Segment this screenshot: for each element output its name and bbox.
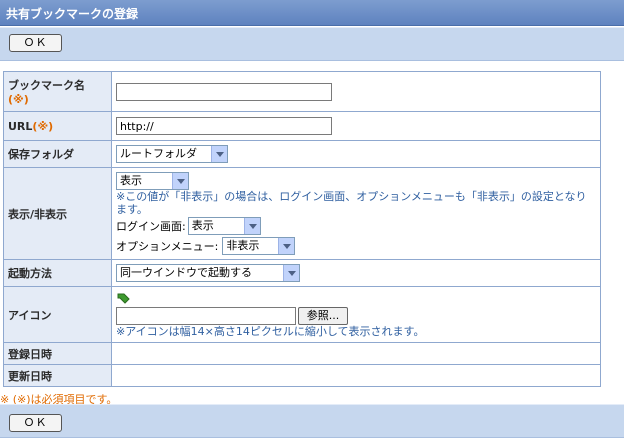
chevron-down-icon [211,146,227,162]
required-mark: (※) [32,119,54,133]
folder-cell: ルートフォルダ [111,140,601,168]
bookmark-name-label: ブックマーク名 [8,79,85,92]
chevron-down-icon [278,237,295,254]
ok-button-bottom[interactable]: ＯＫ [9,414,62,432]
top-button-bar: ＯＫ [0,27,624,61]
chevron-down-icon [283,265,299,281]
file-row: 参照... [116,306,596,325]
option-menu-row: オプションメニュー: 非表示 [116,236,596,256]
updated-value [111,364,601,387]
folder-select[interactable]: ルートフォルダ [116,145,228,163]
bottom-button-bar: ＯＫ [0,404,624,438]
visibility-note: ※この値が「非表示」の場合は、ログイン画面、オプションメニューも「非表示」の設定… [116,189,587,216]
icon-label: アイコン [8,308,52,322]
icon-note: ※アイコンは幅14×高さ14ピクセルに縮小して表示されます。 [116,325,425,338]
updated-label-cell: 更新日時 [3,364,112,387]
launch-select-value: 同一ウインドウで起動する [120,266,252,279]
launch-label-cell: 起動方法 [3,259,112,287]
login-screen-select-value: 表示 [191,218,214,232]
launch-label: 起動方法 [8,267,52,280]
updated-label: 更新日時 [8,369,52,383]
bookmark-link-icon [117,293,130,304]
login-row: ログイン画面: 表示 [116,216,596,236]
chevron-down-icon [172,172,188,189]
option-menu-select[interactable]: 非表示 [222,236,296,255]
ok-button-top[interactable]: ＯＫ [9,34,62,52]
launch-select[interactable]: 同一ウインドウで起動する [116,264,300,282]
visibility-select[interactable]: 表示 [116,171,189,190]
icon-label-cell: アイコン [3,286,112,343]
visibility-cell: 表示 ※この値が「非表示」の場合は、ログイン画面、オプションメニューも「非表示」… [111,167,601,260]
browse-button[interactable]: 参照... [298,306,348,325]
bookmark-name-cell [111,71,601,112]
bookmark-name-label-cell: ブックマーク名 (※) [3,71,112,112]
launch-cell: 同一ウインドウで起動する [111,259,601,287]
page-title: 共有ブックマークの登録 [6,7,139,21]
registered-label: 登録日時 [8,347,52,361]
folder-select-value: ルートフォルダ [120,147,197,160]
page-header: 共有ブックマークの登録 [0,0,624,26]
chevron-down-icon [243,217,260,234]
url-input[interactable] [116,117,332,135]
login-screen-select[interactable]: 表示 [187,216,261,235]
visibility-label-cell: 表示/非表示 [3,167,112,260]
bookmark-form: ブックマーク名 (※) URL(※) 保存フォルダ ルートフォルダ 表示/非表示 [3,71,601,387]
option-menu-select-value: 非表示 [226,238,260,252]
icon-file-input[interactable] [116,306,296,325]
visibility-select-value: 表示 [120,173,142,187]
url-cell [111,111,601,141]
folder-label: 保存フォルダ [8,148,74,161]
icon-cell: 参照... ※アイコンは幅14×高さ14ピクセルに縮小して表示されます。 [111,286,601,343]
url-label: URL [8,119,33,133]
login-screen-label: ログイン画面: [116,219,186,233]
visibility-label: 表示/非表示 [8,207,68,221]
url-label-cell: URL(※) [3,111,112,141]
folder-label-cell: 保存フォルダ [3,140,112,168]
option-menu-label: オプションメニュー: [116,239,219,253]
registered-value [111,342,601,365]
required-mark: (※) [8,93,29,106]
bookmark-name-input[interactable] [116,82,332,101]
registered-label-cell: 登録日時 [3,342,112,365]
